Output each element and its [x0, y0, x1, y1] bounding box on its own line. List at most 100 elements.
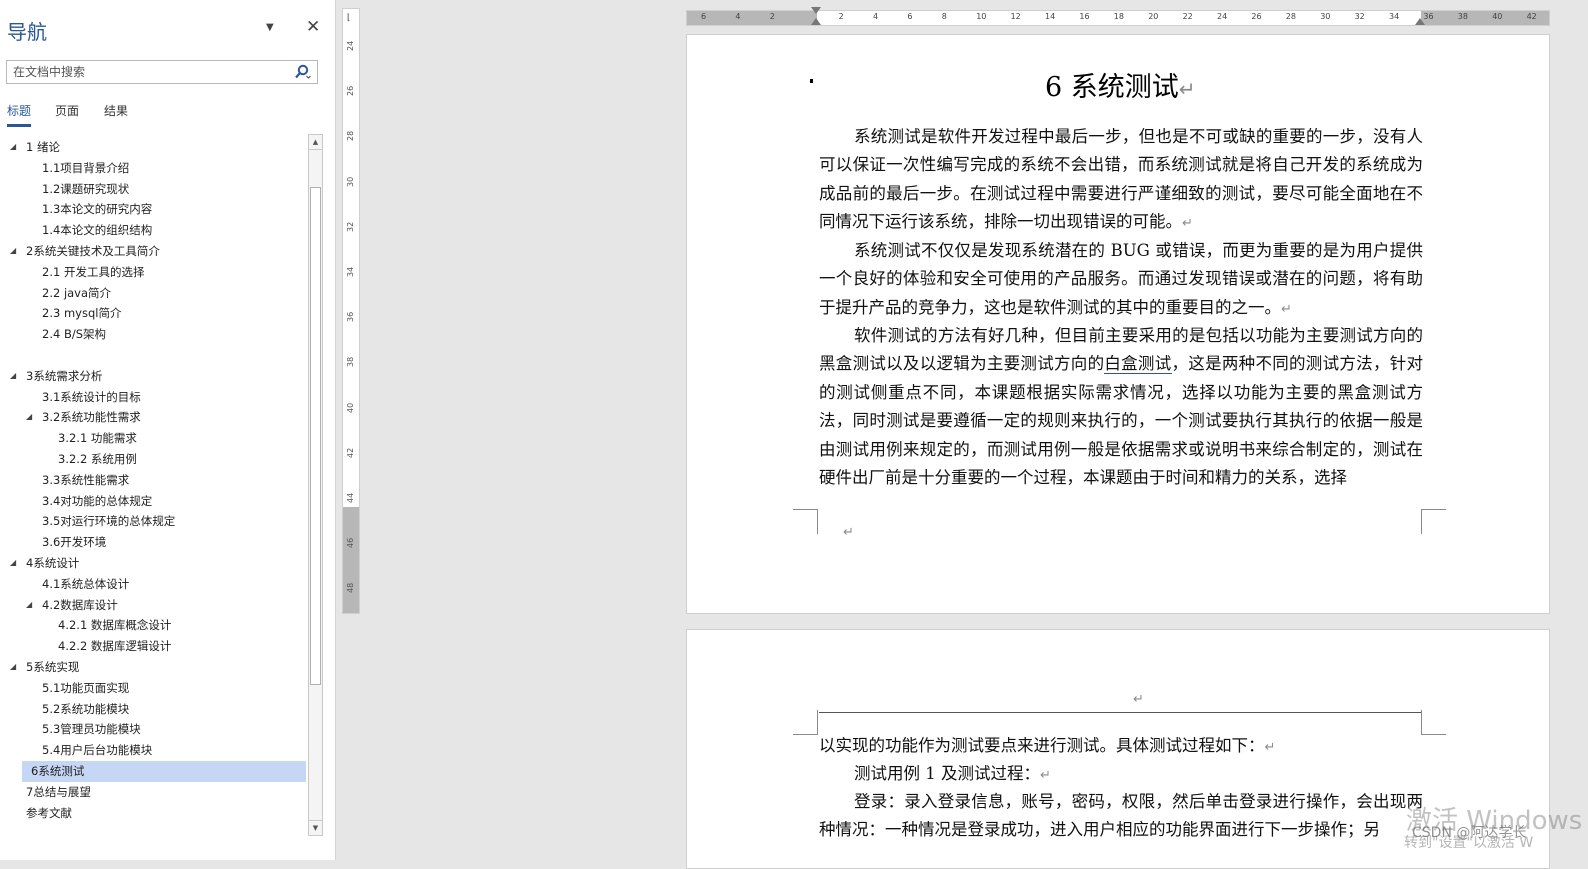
nav-heading-item[interactable]: 参考文献: [0, 803, 306, 824]
nav-heading-label: 5.3管理员功能模块: [42, 722, 141, 737]
collapse-arrow-icon[interactable]: ◢: [10, 657, 16, 678]
nav-heading-label: 3.2系统功能性需求: [42, 410, 141, 425]
nav-heading-item[interactable]: 2.1 开发工具的选择: [0, 262, 306, 283]
nav-heading-item[interactable]: ◢ 2系统关键技术及工具简介: [0, 241, 306, 262]
nav-heading-item[interactable]: 4.2.1 数据库概念设计: [0, 615, 306, 636]
nav-heading-label: 1.4本论文的组织结构: [42, 223, 153, 238]
nav-heading-item[interactable]: 2.2 java简介: [0, 283, 306, 304]
nav-heading-item[interactable]: 1.3本论文的研究内容: [0, 199, 306, 220]
horizontal-ruler[interactable]: 6 4 2 2 4 6 8 10 12 14 16 18 20 22 24 26 28 30 32 34 36 38 40 4…: [686, 7, 1550, 26]
nav-heading-label: 4.2数据库设计: [42, 597, 118, 612]
ruler-tick-label: 24: [346, 40, 355, 51]
nav-heading-item[interactable]: 3.1系统设计的目标: [0, 387, 306, 408]
nav-heading-item[interactable]: 5.1功能页面实现: [0, 678, 306, 699]
hanging-indent-marker[interactable]: [811, 18, 821, 25]
ruler-tick-label: 6: [907, 12, 913, 21]
ruler-tick-label: 22: [1182, 12, 1193, 21]
tab-headings[interactable]: 标题: [7, 102, 32, 127]
nav-heading-item[interactable]: 4.2.2 数据库逻辑设计: [0, 636, 306, 657]
nav-heading-item[interactable]: 5.2系统功能模块: [0, 699, 306, 720]
page-2-line-2-text: 测试用例 1 及测试过程：: [854, 764, 1040, 783]
collapse-arrow-icon[interactable]: ◢: [10, 241, 16, 262]
paragraph-1[interactable]: 系统测试是软件开发过程中最后一步，但也是不可或缺的重要的一步，没有人可以保证一次…: [819, 123, 1423, 239]
nav-options-dropdown-icon[interactable]: ▼: [266, 22, 274, 33]
page-2-line-3[interactable]: 登录：录入登录信息，账号，密码，权限，然后单击登录进行操作，会出现两种情况：一种…: [819, 788, 1423, 845]
white-box-testing-link[interactable]: 白盒测试: [1104, 354, 1172, 375]
tab-selector-icon[interactable]: ⌊: [347, 13, 351, 23]
collapse-arrow-icon[interactable]: ◢: [26, 595, 32, 616]
first-line-indent-marker[interactable]: [811, 7, 821, 14]
paragraph-mark: ↵: [1281, 301, 1292, 317]
nav-heading-item[interactable]: 6系统测试: [22, 760, 306, 782]
nav-heading-label: 参考文献: [26, 805, 72, 820]
page-2-line-1[interactable]: 以实现的功能作为测试要点来进行测试。具体测试过程如下：↵: [819, 732, 1423, 762]
nav-heading-item[interactable]: 3.6开发环境: [0, 532, 306, 553]
nav-heading-label: 5.1功能页面实现: [42, 680, 130, 695]
vertical-ruler[interactable]: ⌊ 24 26 28 30 32 34 36 38 40 42 44 46 48: [342, 8, 360, 614]
ruler-tick-label: 36: [346, 312, 355, 323]
nav-heading-item[interactable]: 2.4 B/S架构: [0, 324, 306, 345]
nav-heading-item[interactable]: 1.1项目背景介绍: [0, 158, 306, 179]
nav-heading-item[interactable]: 5.3管理员功能模块: [0, 719, 306, 740]
nav-heading-item[interactable]: 3.2.1 功能需求: [0, 428, 306, 449]
activation-watermark-sub: 转到"设置"以激活 W: [1404, 835, 1534, 851]
document-page-1[interactable]: 6 系统测试↵ 系统测试是软件开发过程中最后一步，但也是不可或缺的重要的一步，没…: [686, 34, 1550, 614]
nav-heading-label: 4.2.1 数据库概念设计: [58, 618, 172, 633]
ruler-tick-label: 40: [1492, 12, 1503, 21]
chapter-heading[interactable]: 6 系统测试↵: [1045, 65, 1196, 104]
paragraph-2-text: 系统测试不仅仅是发现系统潜在的 BUG 或错误，而更为重要的是为用户提供一个良好…: [819, 241, 1423, 317]
nav-heading-item[interactable]: 3.3系统性能需求: [0, 470, 306, 491]
search-icon[interactable]: [293, 63, 311, 81]
scroll-up-arrow-icon[interactable]: ▲: [309, 135, 322, 150]
paragraph-mark: ↵: [1178, 77, 1196, 101]
nav-heading-item[interactable]: 2.3 mysql简介: [0, 303, 306, 324]
scroll-down-arrow-icon[interactable]: ▼: [309, 820, 322, 835]
format-mark: [810, 79, 813, 83]
page-2-line-1-text: 以实现的功能作为测试要点来进行测试。具体测试过程如下：: [819, 736, 1265, 755]
collapse-arrow-icon[interactable]: ◢: [10, 137, 16, 158]
nav-heading-item[interactable]: ◢ 3.2系统功能性需求: [0, 407, 306, 428]
nav-heading-item[interactable]: 7总结与展望: [0, 782, 306, 803]
nav-heading-item[interactable]: ◢ 4.2数据库设计: [0, 595, 306, 616]
nav-heading-label: 7总结与展望: [26, 784, 91, 799]
nav-heading-label: 3系统需求分析: [26, 368, 103, 383]
nav-search-input[interactable]: [7, 61, 289, 83]
nav-pane-title: 导航: [7, 20, 47, 44]
nav-heading-item[interactable]: 5.4用户后台功能模块: [0, 740, 306, 761]
nav-heading-item[interactable]: 3.2.2 系统用例: [0, 449, 306, 470]
vertical-ruler-margin: [343, 507, 359, 613]
nav-heading-label: 4.2.2 数据库逻辑设计: [58, 639, 172, 654]
tab-results[interactable]: 结果: [104, 102, 128, 119]
paragraph-1-text: 系统测试是软件开发过程中最后一步，但也是不可或缺的重要的一步，没有人可以保证一次…: [819, 127, 1423, 232]
nav-heading-label: 3.6开发环境: [42, 535, 107, 550]
nav-close-icon[interactable]: ✕: [306, 17, 320, 37]
paragraph-2[interactable]: 系统测试不仅仅是发现系统潜在的 BUG 或错误，而更为重要的是为用户提供一个良好…: [819, 237, 1423, 324]
nav-heading-item[interactable]: ◢ 1 绪论: [0, 137, 306, 158]
ruler-tick-label: 20: [1148, 12, 1159, 21]
ruler-tick-label: 16: [1079, 12, 1090, 21]
nav-heading-item[interactable]: 1.2课题研究现状: [0, 179, 306, 200]
page-2-line-2[interactable]: 测试用例 1 及测试过程：↵: [819, 760, 1423, 790]
right-indent-marker[interactable]: [1415, 18, 1425, 25]
nav-scrollbar[interactable]: ▲ ▼: [308, 134, 323, 836]
nav-heading-label: 2.3 mysql简介: [42, 306, 122, 321]
nav-heading-item[interactable]: ◢ 5系统实现: [0, 657, 306, 678]
tab-pages[interactable]: 页面: [55, 102, 79, 119]
nav-search-box[interactable]: [6, 60, 318, 84]
scroll-thumb[interactable]: [310, 187, 321, 685]
collapse-arrow-icon[interactable]: ◢: [10, 553, 16, 574]
nav-heading-item[interactable]: 3.5对运行环境的总体规定: [0, 511, 306, 532]
ruler-tick-label: 38: [1457, 12, 1468, 21]
paragraph-3[interactable]: 软件测试的方法有好几种，但目前主要采用的是包括以功能为主要测试方向的黑盒测试以及…: [819, 322, 1423, 492]
collapse-arrow-icon[interactable]: ◢: [10, 366, 16, 387]
collapse-arrow-icon[interactable]: ◢: [26, 407, 32, 428]
paragraph-mark: ↵: [1133, 692, 1144, 707]
ruler-tick-label: 14: [1045, 12, 1056, 21]
nav-heading-item[interactable]: ◢ 3系统需求分析: [0, 366, 306, 387]
nav-heading-item[interactable]: 1.4本论文的组织结构: [0, 220, 306, 241]
ruler-tick-label: 34: [346, 266, 355, 277]
nav-heading-item[interactable]: 4.1系统总体设计: [0, 574, 306, 595]
ruler-tick-label: 32: [346, 221, 355, 232]
nav-heading-item[interactable]: 3.4对功能的总体规定: [0, 491, 306, 512]
nav-heading-item[interactable]: ◢ 4系统设计: [0, 553, 306, 574]
